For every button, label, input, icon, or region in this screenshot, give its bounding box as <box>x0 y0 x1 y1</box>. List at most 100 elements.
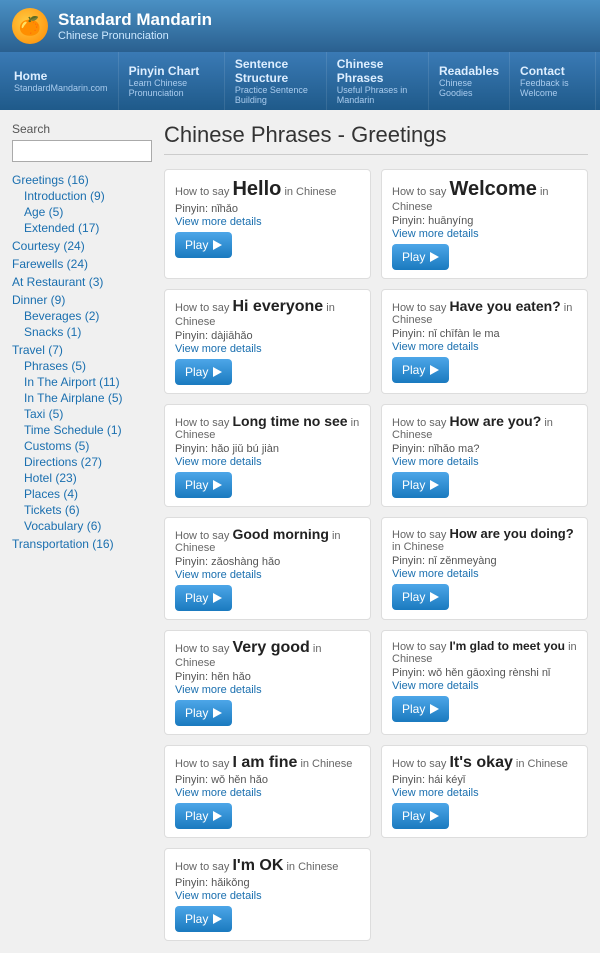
sidebar-item-travel[interactable]: Travel (7) <box>12 342 152 358</box>
sidebar-item-taxi[interactable]: Taxi (5) <box>12 406 152 422</box>
sidebar-item-airport[interactable]: In The Airport (11) <box>12 374 152 390</box>
phrase-its-okay-details[interactable]: View more details <box>392 787 577 799</box>
phrase-im-ok-play[interactable]: Play <box>175 906 232 932</box>
phrase-how-doing-details[interactable]: View more details <box>392 568 577 580</box>
sidebar-item-time-schedule[interactable]: Time Schedule (1) <box>12 422 152 438</box>
play-icon <box>213 480 222 490</box>
phrase-have-you-eaten-details[interactable]: View more details <box>392 341 577 353</box>
phrase-long-time-details[interactable]: View more details <box>175 456 360 468</box>
phrase-im-ok: How to say I'm OK in Chinese Pinyin: hǎi… <box>164 848 371 941</box>
site-header: 🍊 Standard Mandarin Chinese Pronunciatio… <box>0 0 600 52</box>
sidebar: Search Greetings (16) Introduction (9) A… <box>12 122 152 941</box>
page-title: Chinese Phrases - Greetings <box>164 122 588 155</box>
phrase-welcome-pinyin: Pinyin: huānyíng <box>392 215 577 227</box>
sidebar-item-restaurant[interactable]: At Restaurant (3) <box>12 274 152 290</box>
phrase-hello-play[interactable]: Play <box>175 232 232 258</box>
phrase-have-you-eaten-play[interactable]: Play <box>392 357 449 383</box>
sidebar-item-airplane[interactable]: In The Airplane (5) <box>12 390 152 406</box>
phrase-i-am-fine: How to say I am fine in Chinese Pinyin: … <box>164 745 371 838</box>
phrase-good-morning-how: How to say Good morning in Chinese <box>175 526 360 554</box>
phrase-glad-meet: How to say I'm glad to meet you in Chine… <box>381 630 588 735</box>
sidebar-item-dinner[interactable]: Dinner (9) <box>12 292 152 308</box>
phrase-hi-everyone-details[interactable]: View more details <box>175 343 360 355</box>
phrase-im-ok-details[interactable]: View more details <box>175 890 360 902</box>
play-icon <box>213 367 222 377</box>
phrase-how-doing-play[interactable]: Play <box>392 584 449 610</box>
play-icon <box>213 914 222 924</box>
phrase-how-doing-how: How to say How are you doing? in Chinese <box>392 526 577 553</box>
main-content: Chinese Phrases - Greetings How to say H… <box>164 122 588 941</box>
nav-readables[interactable]: Readables Chinese Goodies <box>429 52 510 110</box>
sidebar-travel: Travel (7) Phrases (5) In The Airport (1… <box>12 342 152 534</box>
phrase-how-are-you-pinyin: Pinyin: nǐhǎo ma? <box>392 443 577 455</box>
phrase-its-okay-play[interactable]: Play <box>392 803 449 829</box>
site-title: Standard Mandarin <box>58 10 212 30</box>
phrase-its-okay-how: How to say It's okay in Chinese <box>392 754 577 772</box>
sidebar-courtesy: Courtesy (24) <box>12 238 152 254</box>
play-icon <box>430 480 439 490</box>
phrase-i-am-fine-play[interactable]: Play <box>175 803 232 829</box>
sidebar-item-transportation[interactable]: Transportation (16) <box>12 536 152 552</box>
sidebar-item-courtesy[interactable]: Courtesy (24) <box>12 238 152 254</box>
nav-phrases[interactable]: Chinese Phrases Useful Phrases in Mandar… <box>327 52 429 110</box>
sidebar-item-age[interactable]: Age (5) <box>12 204 152 220</box>
search-input[interactable] <box>12 140 152 162</box>
site-subtitle: Chinese Pronunciation <box>58 30 212 42</box>
sidebar-transportation: Transportation (16) <box>12 536 152 552</box>
main-nav: Home StandardMandarin.com Pinyin Chart L… <box>0 52 600 110</box>
sidebar-item-farewells[interactable]: Farewells (24) <box>12 256 152 272</box>
phrase-long-time-pinyin: Pinyin: hǎo jiǔ bú jiàn <box>175 443 360 455</box>
play-icon <box>213 811 222 821</box>
phrase-good-morning-pinyin: Pinyin: zǎoshàng hǎo <box>175 556 360 568</box>
phrase-hi-everyone-pinyin: Pinyin: dàjiāhǎo <box>175 330 360 342</box>
phrase-welcome: How to say Welcome in Chinese Pinyin: hu… <box>381 169 588 279</box>
sidebar-item-places[interactable]: Places (4) <box>12 486 152 502</box>
phrase-hi-everyone-how: How to say Hi everyone in Chinese <box>175 298 360 328</box>
sidebar-item-greetings[interactable]: Greetings (16) <box>12 172 152 188</box>
sidebar-item-hotel[interactable]: Hotel (23) <box>12 470 152 486</box>
phrase-how-doing: How to say How are you doing? in Chinese… <box>381 517 588 620</box>
play-icon <box>213 708 222 718</box>
phrase-very-good-details[interactable]: View more details <box>175 684 360 696</box>
site-logo: 🍊 <box>12 8 48 44</box>
phrase-good-morning-details[interactable]: View more details <box>175 569 360 581</box>
phrase-have-you-eaten: How to say Have you eaten? in Chinese Pi… <box>381 289 588 394</box>
phrase-welcome-play[interactable]: Play <box>392 244 449 270</box>
nav-sentence[interactable]: Sentence Structure Practice Sentence Bui… <box>225 52 327 110</box>
phrase-good-morning-play[interactable]: Play <box>175 585 232 611</box>
sidebar-item-customs[interactable]: Customs (5) <box>12 438 152 454</box>
phrase-very-good-play[interactable]: Play <box>175 700 232 726</box>
sidebar-item-tickets[interactable]: Tickets (6) <box>12 502 152 518</box>
sidebar-item-beverages[interactable]: Beverages (2) <box>12 308 152 324</box>
phrase-glad-meet-play[interactable]: Play <box>392 696 449 722</box>
phrase-very-good-pinyin: Pinyin: hěn hǎo <box>175 671 360 683</box>
nav-pinyin[interactable]: Pinyin Chart Learn Chinese Pronunciation <box>119 52 225 110</box>
phrase-im-ok-how: How to say I'm OK in Chinese <box>175 857 360 875</box>
sidebar-item-phrases[interactable]: Phrases (5) <box>12 358 152 374</box>
phrase-i-am-fine-pinyin: Pinyin: wǒ hěn hǎo <box>175 774 360 786</box>
sidebar-item-snacks[interactable]: Snacks (1) <box>12 324 152 340</box>
nav-contact[interactable]: Contact Feedback is Welcome <box>510 52 596 110</box>
phrase-glad-meet-details[interactable]: View more details <box>392 680 577 692</box>
phrase-its-okay: How to say It's okay in Chinese Pinyin: … <box>381 745 588 838</box>
phrase-how-doing-pinyin: Pinyin: nǐ zěnmeyàng <box>392 555 577 567</box>
phrase-welcome-details[interactable]: View more details <box>392 228 577 240</box>
sidebar-dinner: Dinner (9) Beverages (2) Snacks (1) <box>12 292 152 340</box>
phrase-welcome-how: How to say Welcome in Chinese <box>392 178 577 213</box>
phrase-long-time-play[interactable]: Play <box>175 472 232 498</box>
sidebar-item-extended[interactable]: Extended (17) <box>12 220 152 236</box>
phrase-hi-everyone: How to say Hi everyone in Chinese Pinyin… <box>164 289 371 394</box>
phrase-i-am-fine-how: How to say I am fine in Chinese <box>175 754 360 772</box>
phrase-how-are-you-play[interactable]: Play <box>392 472 449 498</box>
phrase-how-are-you-details[interactable]: View more details <box>392 456 577 468</box>
nav-home[interactable]: Home StandardMandarin.com <box>4 52 119 110</box>
play-icon <box>213 240 222 250</box>
phrase-hi-everyone-play[interactable]: Play <box>175 359 232 385</box>
play-icon <box>430 365 439 375</box>
sidebar-item-directions[interactable]: Directions (27) <box>12 454 152 470</box>
sidebar-item-vocabulary[interactable]: Vocabulary (6) <box>12 518 152 534</box>
sidebar-item-introduction[interactable]: Introduction (9) <box>12 188 152 204</box>
phrase-very-good: How to say Very good in Chinese Pinyin: … <box>164 630 371 735</box>
phrase-i-am-fine-details[interactable]: View more details <box>175 787 360 799</box>
phrase-hello-details[interactable]: View more details <box>175 216 360 228</box>
